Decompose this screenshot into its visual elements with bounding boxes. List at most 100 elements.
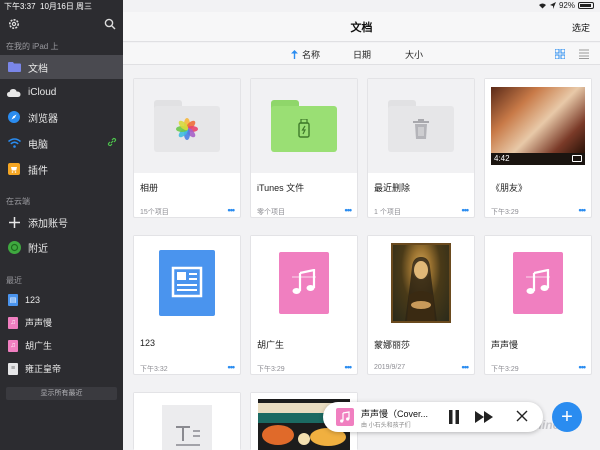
music-file-icon: ♫ [8, 339, 18, 352]
app-root: 下午3:37 10月16日 周三 92% 在我的 iPad 上 文档 iClou… [0, 0, 600, 450]
file-thumbnail [134, 393, 240, 450]
sort-by-name-button[interactable]: 名称 [291, 48, 320, 61]
file-thumbnail [251, 236, 357, 330]
recent-item-label: 声声慢 [25, 318, 53, 328]
file-card-123[interactable]: 123 下午3:32 ••• [133, 235, 241, 375]
more-options-button[interactable]: ••• [345, 362, 353, 372]
document-icon: ▤ [8, 293, 18, 306]
file-meta: 零个项目 [257, 209, 285, 216]
gear-icon[interactable] [8, 18, 20, 30]
recent-item[interactable]: ♫ 胡广生 [0, 337, 123, 354]
mini-player[interactable]: 声声慢（Cover... 由 小石头和孩子们 [323, 402, 543, 432]
page-title: 文档 [350, 22, 373, 34]
file-name: 相册 [140, 183, 159, 193]
cloud-icon [7, 85, 21, 99]
folder-icon [154, 100, 220, 152]
file-card-photos[interactable]: 相册 15个项目 ••• [133, 78, 241, 218]
recent-item[interactable]: ▤ 123 [0, 291, 123, 308]
sidebar: 在我的 iPad 上 文档 iCloud 浏览器 电脑 插件 在云端 添加账号 … [0, 0, 123, 450]
location-icon [549, 2, 556, 9]
status-time: 下午3:37 [4, 2, 36, 11]
sort-by-date-button[interactable]: 日期 [353, 48, 371, 61]
main-content: 文档 选定 名称 日期 大小 相册 15个项目 ••• iTunes 文件 零个… [123, 0, 600, 450]
sidebar-toolbar [0, 15, 123, 35]
sidebar-item-label: 文档 [28, 63, 48, 75]
nearby-icon [7, 240, 21, 254]
more-options-button[interactable]: ••• [462, 362, 470, 372]
file-card-hu-guangsheng[interactable]: 胡广生 下午3:29 ••• [250, 235, 358, 375]
arrow-up-icon [291, 50, 298, 59]
file-name: 最近删除 [374, 183, 411, 193]
sidebar-item-computer[interactable]: 电脑 [0, 131, 123, 155]
music-file-icon: ♫ [8, 316, 18, 329]
select-button[interactable]: 选定 [572, 21, 590, 34]
file-thumbnail: 4:42 [485, 79, 591, 173]
sidebar-item-documents[interactable]: 文档 [0, 55, 123, 79]
text-file-icon: ≡ [8, 362, 18, 375]
player-subtitle: 由 小石头和孩子们 [361, 423, 411, 429]
more-options-button[interactable]: ••• [228, 205, 236, 215]
sidebar-item-label: 插件 [28, 165, 48, 177]
file-card-mona-lisa[interactable]: 蒙娜丽莎 2019/9/27 ••• [367, 235, 475, 375]
sidebar-item-label: 附近 [28, 243, 48, 255]
file-name: iTunes 文件 [257, 183, 305, 193]
more-options-button[interactable]: ••• [345, 205, 353, 215]
music-file-icon [279, 252, 329, 314]
top-bar: 文档 选定 [123, 12, 600, 42]
document-icon [159, 250, 215, 316]
sort-name-label: 名称 [302, 50, 321, 60]
file-name: 蒙娜丽莎 [374, 340, 411, 350]
pause-icon[interactable] [447, 410, 461, 424]
file-name: 《朋友》 [491, 183, 528, 193]
section-local-label: 在我的 iPad 上 [6, 42, 59, 51]
sidebar-item-label: iCloud [28, 86, 57, 98]
file-thumbnail [134, 236, 240, 330]
file-card-text[interactable] [133, 392, 241, 450]
video-frame [491, 87, 585, 153]
status-date: 10月16日 周三 [40, 2, 93, 11]
more-options-button[interactable]: ••• [579, 205, 587, 215]
show-all-recent-button[interactable]: 显示所有最近 [6, 387, 117, 400]
file-meta: 下午3:29 [257, 366, 285, 373]
music-file-icon [513, 252, 563, 314]
fast-forward-icon[interactable] [475, 411, 493, 423]
recent-item[interactable]: ≡ 雍正皇帝 [0, 360, 123, 377]
recent-item-label: 123 [25, 294, 41, 305]
section-recent-label: 最近 [6, 276, 22, 285]
wifi-status-icon [538, 3, 546, 9]
link-icon [107, 137, 117, 147]
folder-icon [7, 60, 21, 74]
grid-view-icon[interactable] [555, 49, 565, 59]
sidebar-item-browser[interactable]: 浏览器 [0, 105, 123, 129]
trash-icon [413, 119, 429, 139]
add-button[interactable]: + [552, 402, 582, 432]
file-card-sheng-sheng-man[interactable]: 声声慢 下午3:29 ••• [484, 235, 592, 375]
more-options-button[interactable]: ••• [228, 362, 236, 372]
file-meta: 2019/9/27 [374, 364, 406, 371]
sidebar-item-nearby[interactable]: 附近 [0, 235, 123, 259]
video-icon [572, 155, 582, 162]
recent-item[interactable]: ♫ 声声慢 [0, 314, 123, 331]
search-icon[interactable] [104, 18, 116, 30]
sidebar-item-icloud[interactable]: iCloud [0, 80, 123, 104]
more-options-button[interactable]: ••• [462, 205, 470, 215]
video-duration: 4:42 [494, 154, 510, 163]
file-meta: 下午3:29 [491, 366, 519, 373]
more-options-button[interactable]: ••• [579, 362, 587, 372]
plus-icon [7, 215, 21, 229]
file-card-itunes[interactable]: iTunes 文件 零个项目 ••• [250, 78, 358, 218]
sidebar-item-plugins[interactable]: 插件 [0, 157, 123, 181]
sort-by-size-button[interactable]: 大小 [405, 48, 423, 61]
folder-icon [388, 100, 454, 152]
file-name: 123 [140, 338, 156, 348]
close-icon[interactable] [516, 410, 528, 422]
list-view-icon[interactable] [579, 49, 589, 59]
photos-icon [176, 118, 198, 140]
usb-icon [298, 119, 310, 138]
compass-icon [7, 110, 21, 124]
sidebar-item-add-account[interactable]: 添加账号 [0, 210, 123, 234]
status-bar: 下午3:37 10月16日 周三 92% [0, 0, 600, 12]
sidebar-item-label: 浏览器 [28, 113, 58, 125]
file-card-recently-deleted[interactable]: 最近删除 1 个项目 ••• [367, 78, 475, 218]
file-card-video-friends[interactable]: 4:42 《朋友》 下午3:29 ••• [484, 78, 592, 218]
